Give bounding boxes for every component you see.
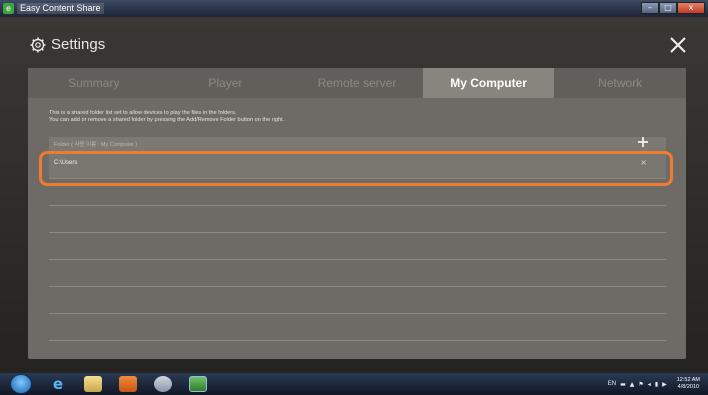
start-button[interactable] bbox=[10, 374, 32, 394]
window-title-bar: e Easy Content Share – □ x bbox=[0, 0, 708, 17]
window-title: Easy Content Share bbox=[17, 3, 104, 14]
gear-icon bbox=[30, 37, 46, 52]
tab-network[interactable]: Network bbox=[554, 68, 686, 98]
keyboard-icon[interactable]: ▬ bbox=[620, 381, 626, 388]
clock-date: 4/8/2010 bbox=[677, 384, 700, 390]
system-tray: EN ▬ ▲ ⚑ ◂ ▮ ▶ 12:52 AM 4/8/2010 bbox=[608, 375, 700, 393]
empty-row bbox=[49, 206, 666, 233]
tab-summary[interactable]: Summary bbox=[28, 68, 160, 98]
empty-row bbox=[49, 287, 666, 314]
internet-explorer-icon[interactable]: e bbox=[49, 376, 67, 392]
folder-header-label: Folder ( 사용 이름 : My Computer ) bbox=[54, 142, 138, 148]
minimize-button[interactable]: – bbox=[641, 2, 659, 14]
volume-icon[interactable]: ◂ bbox=[648, 381, 651, 388]
close-icon[interactable] bbox=[668, 35, 688, 55]
easy-content-share-task-icon[interactable] bbox=[189, 376, 207, 392]
add-folder-icon[interactable] bbox=[636, 135, 650, 149]
description: This is a shared folder list set to allo… bbox=[49, 110, 284, 124]
folder-icon[interactable] bbox=[84, 376, 102, 392]
tab-player[interactable]: Player bbox=[160, 68, 292, 98]
window-close-button[interactable]: x bbox=[677, 2, 705, 14]
empty-row bbox=[49, 233, 666, 260]
folder-list-header: Folder ( 사용 이름 : My Computer ) bbox=[49, 137, 666, 151]
tab-remote-server[interactable]: Remote server bbox=[291, 68, 423, 98]
flag-icon[interactable]: ⚑ bbox=[638, 381, 643, 388]
show-hidden-icon[interactable]: ▲ bbox=[630, 381, 635, 388]
app-icon: e bbox=[3, 3, 14, 14]
description-line-1: This is a shared folder list set to allo… bbox=[49, 110, 237, 116]
taskbar: e EN ▬ ▲ ⚑ ◂ ▮ ▶ 12:52 AM 4/8/2010 bbox=[0, 373, 708, 395]
tab-my-computer[interactable]: My Computer bbox=[422, 68, 555, 98]
action-center-icon[interactable]: ▶ bbox=[662, 381, 667, 388]
description-line-2: You can add or remove a shared folder by… bbox=[49, 117, 285, 123]
media-player-icon[interactable] bbox=[119, 376, 137, 392]
clock[interactable]: 12:52 AM 4/8/2010 bbox=[677, 377, 700, 391]
signal-icon[interactable]: ▮ bbox=[655, 381, 658, 388]
window-controls: – □ x bbox=[641, 2, 705, 14]
language-indicator[interactable]: EN bbox=[608, 381, 616, 387]
maximize-button[interactable]: □ bbox=[659, 2, 677, 14]
settings-header: Settings bbox=[30, 36, 105, 53]
settings-tabs: Summary Player Remote server My Computer… bbox=[28, 68, 686, 98]
settings-title: Settings bbox=[51, 36, 106, 53]
tool-icon[interactable] bbox=[154, 376, 172, 392]
settings-panel: Summary Player Remote server My Computer… bbox=[28, 68, 686, 359]
clock-time: 12:52 AM bbox=[676, 377, 700, 383]
empty-row bbox=[49, 260, 666, 287]
empty-row bbox=[49, 314, 666, 341]
highlight-box bbox=[39, 151, 673, 186]
